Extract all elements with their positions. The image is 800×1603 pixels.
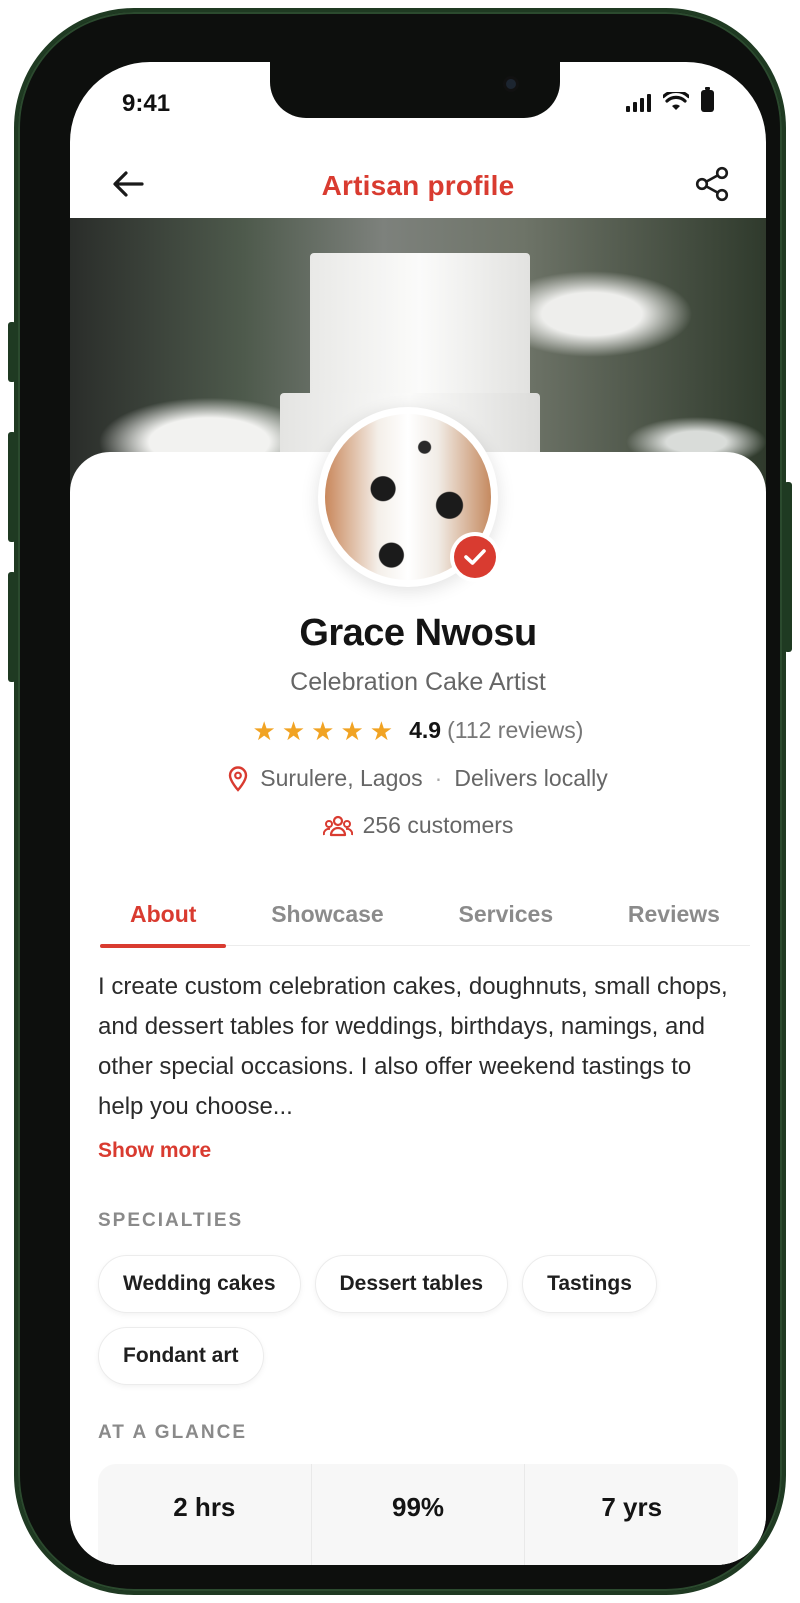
share-icon (695, 166, 729, 202)
glance-stat: 99% (312, 1464, 526, 1565)
glance-stat: 7 yrs (525, 1464, 738, 1565)
specialties-chips: Wedding cakes Dessert tables Tastings Fo… (98, 1255, 738, 1385)
power-button (784, 482, 792, 652)
specialty-chip[interactable]: Wedding cakes (98, 1255, 301, 1313)
location-text: Surulere, Lagos (260, 765, 423, 791)
specialty-chip[interactable]: Tastings (522, 1255, 657, 1313)
specialty-chip[interactable]: Dessert tables (314, 1255, 509, 1313)
delivery-text: Delivers locally (454, 765, 608, 791)
verified-check-icon (464, 549, 486, 565)
signal-icon (626, 92, 651, 112)
customers-row: 256 customers (70, 812, 766, 839)
show-more-link[interactable]: Show more (98, 1139, 211, 1163)
top-nav-bar: Artisan profile (70, 154, 766, 218)
about-description: I create custom celebration cakes, dough… (98, 973, 728, 1120)
at-a-glance-heading: AT A GLANCE (98, 1422, 248, 1443)
review-count: (112 reviews) (447, 717, 584, 743)
customers-count: 256 customers (362, 812, 514, 838)
tab-about[interactable]: About (100, 882, 227, 948)
tab-services[interactable]: Services (428, 882, 583, 946)
front-camera (503, 76, 519, 92)
glance-stat-value: 99% (391, 1492, 445, 1522)
app-screen: 9:41 Artisan profile Grace Nwosu Celebra… (70, 62, 766, 1565)
cover-cake-top-tier (310, 253, 530, 408)
map-pin-icon (229, 765, 248, 792)
artisan-role: Celebration Cake Artist (290, 668, 546, 696)
profile-tabs: About Showcase Services Reviews (100, 882, 750, 948)
mute-switch (8, 322, 16, 382)
notch (270, 62, 560, 118)
battery-icon (701, 87, 714, 112)
verified-badge (450, 532, 500, 582)
star-icon: ★ (369, 715, 394, 746)
star-icon: ★ (252, 715, 276, 746)
specialties-heading: SPECIALTIES (98, 1210, 244, 1231)
volume-up-button (8, 432, 16, 542)
star-icon: ★ (340, 715, 364, 746)
glance-stat-value: 2 hrs (173, 1492, 236, 1522)
star-icon: ★ (281, 715, 306, 746)
phone-frame: 9:41 Artisan profile Grace Nwosu Celebra… (8, 8, 792, 1595)
wifi-icon (663, 92, 689, 110)
separator-dot: · (434, 765, 443, 791)
rating-value: 4.9 (409, 717, 442, 743)
specialty-chip[interactable]: Fondant art (98, 1327, 264, 1385)
page-title: Artisan profile (321, 170, 515, 201)
arrow-left-icon (113, 171, 144, 197)
glance-stat: 2 hrs (98, 1464, 312, 1565)
back-button[interactable] (108, 164, 148, 204)
location-row: Surulere, Lagos · Delivers locally (70, 765, 766, 792)
tab-reviews[interactable]: Reviews (598, 882, 750, 946)
status-icons (626, 87, 714, 112)
artisan-name: Grace Nwosu (299, 612, 537, 654)
at-a-glance-stats: 2 hrs 99% 7 yrs (98, 1464, 738, 1565)
status-time: 9:41 (122, 90, 171, 117)
rating-stars: ★ ★ ★ ★ ★ (253, 718, 394, 744)
rating-row[interactable]: ★ ★ ★ ★ ★ 4.9 (112 reviews) (70, 717, 766, 744)
volume-down-button (8, 572, 16, 682)
tab-showcase[interactable]: Showcase (241, 882, 414, 946)
star-icon: ★ (311, 715, 335, 746)
users-icon (322, 815, 353, 836)
share-button[interactable] (692, 162, 732, 206)
glance-stat-value: 7 yrs (601, 1492, 663, 1522)
